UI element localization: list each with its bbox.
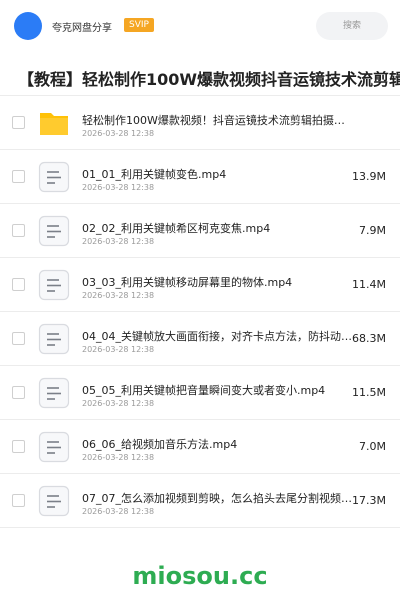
row-checkbox[interactable] xyxy=(12,332,25,345)
file-row[interactable]: 02_02_利用关键帧希区柯克变焦.mp4 2026-03-28 12:38 7.9… xyxy=(0,204,400,258)
file-list: 轻松制作100W爆款视频！抖音运镜技术流剪辑拍摄教程 2026-03-28 12:… xyxy=(0,96,400,528)
row-checkbox[interactable] xyxy=(12,386,25,399)
title-bar: 【教程】轻松制作100W爆款视频抖音运镜技术流剪辑拍摄 xyxy=(0,56,400,96)
file-date: 2026-03-28 12:38 xyxy=(82,507,155,516)
file-row[interactable]: 06_06_给视频加音乐方法.mp4 2026-03-28 12:38 7.0M xyxy=(0,420,400,474)
file-date: 2026-03-28 12:38 xyxy=(82,237,155,246)
file-row[interactable]: 轻松制作100W爆款视频！抖音运镜技术流剪辑拍摄教程 2026-03-28 12:… xyxy=(0,96,400,150)
file-date: 2026-03-28 12:38 xyxy=(82,183,155,192)
file-date: 2026-03-28 12:38 xyxy=(82,453,155,462)
video-file-icon xyxy=(38,161,70,193)
search-input[interactable]: 搜索 xyxy=(316,12,388,40)
file-size: 13.9M xyxy=(352,170,386,183)
file-size: 17.3M xyxy=(352,494,386,507)
video-file-icon xyxy=(38,215,70,247)
file-row[interactable]: 03_03_利用关键帧移动屏幕里的物体.mp4 2026-03-28 12:38 1… xyxy=(0,258,400,312)
file-row[interactable]: 05_05_利用关键帧把音量瞬间变大或者变小.mp4 2026-03-28 12:… xyxy=(0,366,400,420)
folder-icon xyxy=(38,107,70,139)
header: 夸克网盘分享 SVIP 搜索 xyxy=(0,0,400,52)
row-checkbox[interactable] xyxy=(12,494,25,507)
file-size: 7.9M xyxy=(359,224,386,237)
file-name: 06_06_给视频加音乐方法.mp4 xyxy=(82,438,238,451)
file-name: 轻松制作100W爆款视频！抖音运镜技术流剪辑拍摄教程 xyxy=(82,114,352,127)
file-name: 04_04_关键帧放大画面衔接，对齐卡点方法，防抖动处理.mp4 xyxy=(82,330,352,343)
file-date: 2026-03-28 12:38 xyxy=(82,129,155,138)
row-checkbox[interactable] xyxy=(12,224,25,237)
file-size: 68.3M xyxy=(352,332,386,345)
avatar[interactable] xyxy=(14,12,42,40)
row-checkbox[interactable] xyxy=(12,116,25,129)
file-name: 02_02_利用关键帧希区柯克变焦.mp4 xyxy=(82,222,271,235)
file-size: 11.5M xyxy=(352,386,386,399)
row-checkbox[interactable] xyxy=(12,440,25,453)
page-title: 【教程】轻松制作100W爆款视频抖音运镜技术流剪辑拍摄 xyxy=(18,70,400,89)
file-date: 2026-03-28 12:38 xyxy=(82,399,155,408)
video-file-icon xyxy=(38,431,70,463)
video-file-icon xyxy=(38,485,70,517)
video-file-icon xyxy=(38,323,70,355)
user-name: 夸克网盘分享 xyxy=(52,23,112,34)
file-name: 03_03_利用关键帧移动屏幕里的物体.mp4 xyxy=(82,276,293,289)
file-size: 11.4M xyxy=(352,278,386,291)
svip-badge: SVIP xyxy=(124,18,154,32)
file-name: 01_01_利用关键帧变色.mp4 xyxy=(82,168,227,181)
row-checkbox[interactable] xyxy=(12,278,25,291)
video-file-icon xyxy=(38,269,70,301)
file-row[interactable]: 04_04_关键帧放大画面衔接，对齐卡点方法，防抖动处理.mp4 2026-03-… xyxy=(0,312,400,366)
file-name: 07_07_怎么添加视频到剪映，怎么掐头去尾分割视频.mp4 xyxy=(82,492,352,505)
row-checkbox[interactable] xyxy=(12,170,25,183)
file-name: 05_05_利用关键帧把音量瞬间变大或者变小.mp4 xyxy=(82,384,326,397)
file-date: 2026-03-28 12:38 xyxy=(82,291,155,300)
file-date: 2026-03-28 12:38 xyxy=(82,345,155,354)
file-row[interactable]: 07_07_怎么添加视频到剪映，怎么掐头去尾分割视频.mp4 2026-03-28… xyxy=(0,474,400,528)
video-file-icon xyxy=(38,377,70,409)
file-size: 7.0M xyxy=(359,440,386,453)
watermark: miosou.cc xyxy=(132,562,268,590)
file-row[interactable]: 01_01_利用关键帧变色.mp4 2026-03-28 12:38 13.9M xyxy=(0,150,400,204)
